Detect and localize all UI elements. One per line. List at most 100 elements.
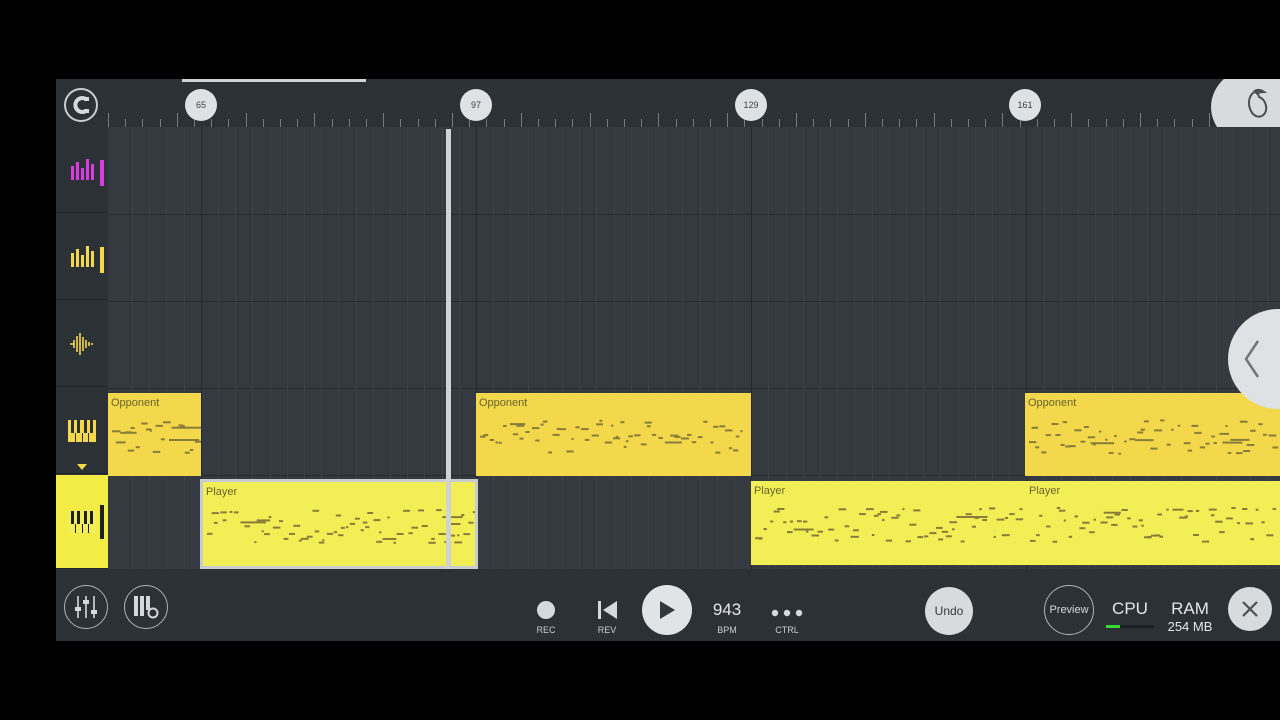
note-mark [333, 531, 338, 534]
note-mark [1137, 431, 1144, 434]
pattern-clip-opponent[interactable]: Opponent [476, 393, 751, 476]
note-mark [163, 421, 171, 424]
note-mark [495, 441, 498, 444]
note-mark [512, 433, 519, 436]
ruler-tick [985, 119, 987, 127]
pattern-clip-opponent[interactable]: Opponent [1025, 393, 1280, 476]
pattern-clip-player[interactable]: Player [200, 479, 478, 569]
note-mark [155, 424, 163, 427]
ruler-tick [692, 119, 694, 127]
ruler-tick [1088, 119, 1090, 127]
note-mark [575, 426, 580, 429]
ruler-tick [589, 113, 591, 127]
ruler-tick [882, 119, 883, 127]
note-mark [483, 434, 489, 437]
grid-line [149, 127, 151, 569]
note-mark [516, 424, 525, 427]
track-divider [108, 301, 1280, 302]
ruler-tick [1054, 119, 1055, 127]
timeline-bar[interactable]: 65 97 129 161 [56, 79, 1280, 147]
note-mark [1143, 420, 1149, 423]
pattern-clip-opponent[interactable]: Opponent [108, 393, 201, 476]
note-mark [1114, 513, 1120, 516]
track-button-4[interactable] [56, 388, 108, 474]
note-mark [945, 535, 952, 538]
note-mark [713, 425, 719, 428]
pattern-clip-player[interactable]: Player [1026, 481, 1280, 565]
note-mark [431, 537, 435, 540]
record-button[interactable] [537, 601, 555, 619]
note-mark [1261, 521, 1265, 524]
more-dots-icon [771, 609, 803, 617]
note-mark [1045, 434, 1052, 437]
ruler-tick [245, 113, 247, 127]
note-mark [859, 513, 866, 516]
channel-rack-button[interactable] [124, 585, 168, 629]
note-mark [1092, 443, 1096, 446]
mixer-button[interactable] [64, 585, 108, 629]
play-button[interactable] [642, 585, 692, 635]
ruler-tick [847, 119, 849, 127]
note-mark [811, 534, 819, 537]
note-mark [949, 521, 957, 524]
note-mark [1183, 442, 1191, 445]
magnet-snap-button[interactable] [64, 88, 98, 122]
note-mark [803, 520, 808, 523]
note-mark [1195, 509, 1200, 512]
bpm-value[interactable]: 943 [707, 600, 747, 620]
bar-marker[interactable]: 65 [185, 89, 217, 121]
pattern-clip-player[interactable]: Player [751, 481, 1026, 565]
note-mark [559, 428, 567, 431]
ruler-tick [899, 119, 901, 127]
note-mark [1177, 424, 1181, 427]
close-button[interactable] [1228, 587, 1272, 631]
note-mark [715, 451, 721, 454]
scroll-indicator[interactable] [182, 79, 366, 82]
note-mark [850, 535, 859, 538]
note-mark [844, 525, 850, 528]
track-button-5[interactable] [56, 475, 108, 569]
note-mark [349, 522, 356, 525]
fruit-logo-icon [1248, 88, 1268, 118]
note-mark [1083, 426, 1089, 428]
note-mark [450, 534, 456, 537]
note-mark [703, 420, 708, 423]
rewind-button[interactable] [596, 599, 620, 621]
ruler-tick [520, 113, 522, 127]
track-color-strip [100, 247, 104, 273]
grid-line [562, 127, 563, 569]
ctrl-button[interactable] [771, 605, 803, 617]
track-button-1[interactable] [56, 127, 108, 213]
note-mark [1087, 436, 1096, 439]
bpm-label: BPM [717, 625, 737, 635]
note-mark [438, 533, 446, 535]
note-mark [929, 532, 937, 535]
ruler[interactable] [108, 109, 1280, 127]
note-mark [646, 425, 651, 428]
ruler-tick [555, 119, 557, 127]
bar-marker[interactable]: 161 [1009, 89, 1041, 121]
note-mark [340, 526, 345, 529]
note-mark [222, 519, 227, 522]
playlist-grid[interactable]: Opponent Opponent Opponent Player Player… [108, 127, 1280, 569]
mixer-bars-icon [71, 245, 94, 267]
expand-arrow-icon[interactable] [77, 464, 87, 470]
ruler-tick [297, 119, 299, 127]
note-mark [1230, 438, 1250, 441]
bar-marker[interactable]: 97 [460, 89, 492, 121]
note-mark [1193, 534, 1199, 536]
undo-button[interactable]: Undo [925, 587, 973, 635]
note-mark [599, 419, 603, 422]
bar-marker[interactable]: 129 [735, 89, 767, 121]
note-mark [759, 537, 762, 540]
note-mark [1184, 515, 1188, 518]
track-color-strip [100, 505, 104, 539]
preview-button[interactable]: Preview [1044, 585, 1094, 635]
grid-line [510, 127, 512, 569]
playhead[interactable] [446, 129, 451, 571]
note-mark [1098, 430, 1102, 433]
track-button-3[interactable] [56, 301, 108, 387]
track-button-2[interactable] [56, 214, 108, 300]
note-mark [171, 426, 201, 429]
grid-line [734, 127, 735, 569]
